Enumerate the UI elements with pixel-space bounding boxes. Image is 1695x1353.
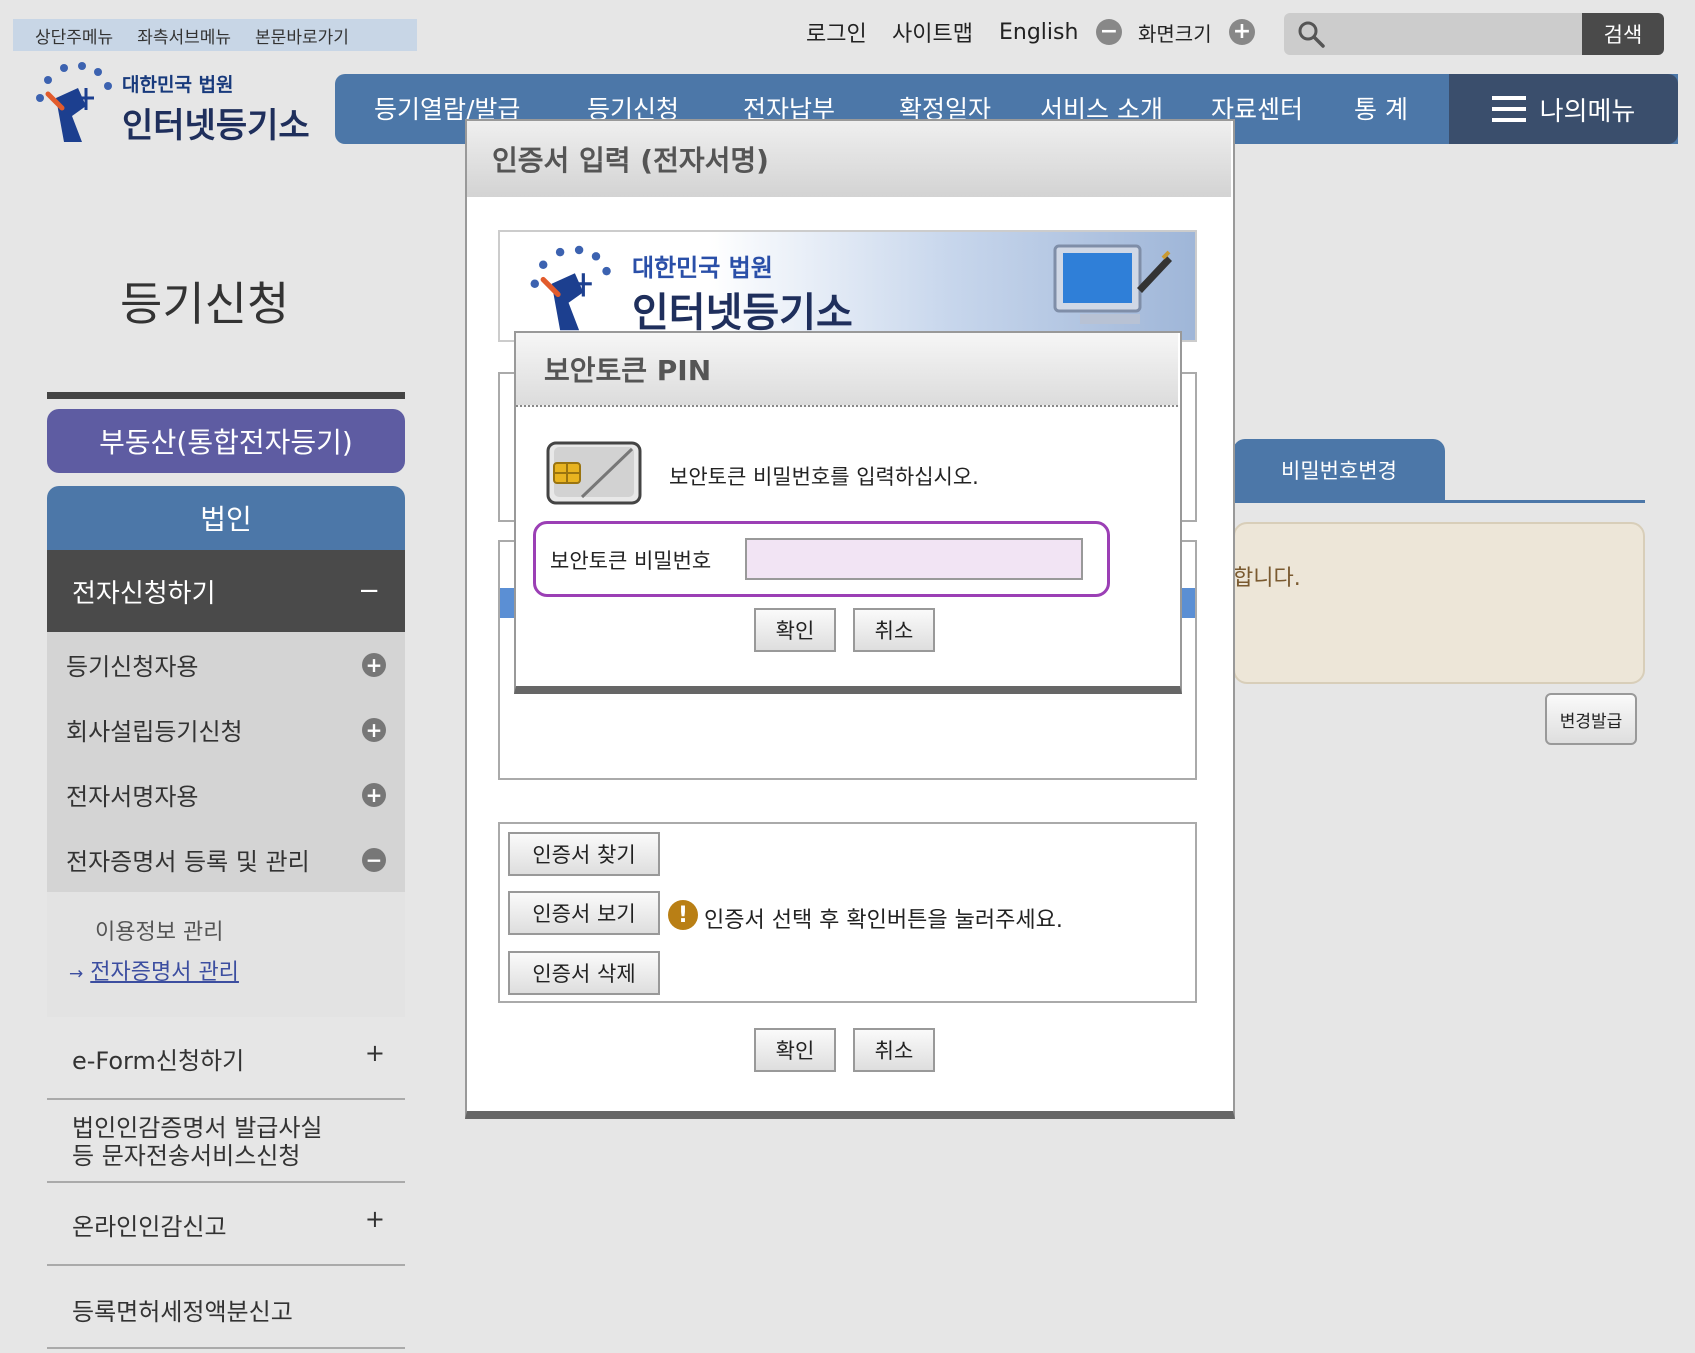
banner-line1: 대한민국 법원 bbox=[632, 254, 773, 282]
sidebar-section-e-apply[interactable]: 전자신청하기 − bbox=[47, 550, 405, 632]
computer-monitor-icon bbox=[1053, 244, 1172, 324]
login-link[interactable]: 로그인 bbox=[806, 16, 867, 48]
sidebar-divider bbox=[47, 392, 405, 399]
sidebar-menu-label: e-Form신청하기 bbox=[72, 1047, 245, 1075]
sidebar-sub-item-usage-info[interactable]: 이용정보 관리 bbox=[95, 914, 223, 946]
sidebar-corp-button[interactable]: 법인 bbox=[47, 486, 405, 550]
sidebar-item-label: 전자서명자용 bbox=[66, 783, 199, 811]
logo-line1: 대한민국 법원 bbox=[122, 74, 234, 96]
tab-underline bbox=[1233, 500, 1645, 503]
sidebar-item-label: 전자증명서 등록 및 관리 bbox=[66, 848, 310, 876]
sidebar-section-label: 전자신청하기 bbox=[72, 578, 216, 609]
banner-line2: 인터넷등기소 bbox=[632, 290, 853, 336]
sidebar-menu-label: 온라인인감신고 bbox=[72, 1213, 227, 1241]
sidebar-menu-eform[interactable]: e-Form신청하기 + bbox=[47, 1017, 405, 1100]
sidebar-sub-item-active: → 전자증명서 관리 bbox=[69, 954, 239, 986]
sidebar-item-label: 회사설립등기신청 bbox=[66, 718, 243, 746]
english-link[interactable]: English bbox=[999, 16, 1078, 48]
expand-icon: + bbox=[364, 1039, 385, 1067]
collapse-icon: − bbox=[358, 576, 380, 606]
expand-icon: + bbox=[362, 782, 386, 807]
arrow-right-icon: → bbox=[69, 964, 84, 984]
warning-icon: ! bbox=[668, 900, 698, 930]
pin-ok-button[interactable]: 확인 bbox=[754, 608, 836, 652]
my-menu-label: 나의메뉴 bbox=[1539, 96, 1636, 127]
skip-link-main-menu[interactable]: 상단주메뉴 bbox=[35, 23, 113, 48]
minus-circle-icon: − bbox=[1096, 19, 1122, 45]
sidebar-item-company-setup[interactable]: 회사설립등기신청 + bbox=[47, 697, 405, 762]
zoom-out-button[interactable]: − bbox=[1096, 16, 1122, 48]
sidebar-menu-online-seal[interactable]: 온라인인감신고 + bbox=[47, 1183, 405, 1266]
pin-field-label: 보안토큰 비밀번호 bbox=[550, 549, 712, 573]
sidebar-realestate-button[interactable]: 부동산(통합전자등기) bbox=[47, 409, 405, 473]
expand-icon: + bbox=[362, 717, 386, 742]
sitemap-link[interactable]: 사이트맵 bbox=[892, 16, 973, 48]
cert-cancel-button[interactable]: 취소 bbox=[853, 1028, 935, 1072]
smart-card-icon bbox=[546, 441, 642, 505]
cert-dialog-banner: 대한민국 법원 인터넷등기소 bbox=[498, 230, 1197, 342]
pin-cancel-button[interactable]: 취소 bbox=[853, 608, 935, 652]
my-menu-button[interactable]: 나의메뉴 bbox=[1449, 74, 1678, 144]
skip-link-side-menu[interactable]: 좌측서브메뉴 bbox=[137, 23, 231, 48]
notice-text: 합니다. bbox=[1233, 566, 1301, 591]
expand-icon: + bbox=[364, 1205, 385, 1233]
sidebar-item-e-cert-manage[interactable]: 전자증명서 등록 및 관리 − bbox=[47, 827, 405, 892]
pin-message: 보안토큰 비밀번호를 입력하십시오. bbox=[669, 465, 979, 489]
court-emblem-icon bbox=[36, 62, 112, 142]
cert-delete-button[interactable]: 인증서 삭제 bbox=[508, 951, 660, 995]
plus-circle-icon: + bbox=[1229, 19, 1255, 45]
court-emblem-icon bbox=[530, 245, 611, 331]
notice-box: 합니다. bbox=[1233, 522, 1645, 684]
skip-link-content[interactable]: 본문바로가기 bbox=[255, 23, 349, 48]
cert-view-button[interactable]: 인증서 보기 bbox=[508, 891, 660, 935]
collapse-icon: − bbox=[362, 847, 386, 872]
cert-ok-button[interactable]: 확인 bbox=[754, 1028, 836, 1072]
logo-line2: 인터넷등기소 bbox=[122, 106, 310, 146]
pin-password-input[interactable] bbox=[745, 538, 1083, 580]
hamburger-icon bbox=[1491, 96, 1526, 122]
zoom-in-button[interactable]: + bbox=[1229, 16, 1255, 48]
sidebar-item-label: 등기신청자용 bbox=[66, 653, 199, 681]
sidebar-title: 등기신청 bbox=[120, 277, 290, 331]
expand-icon: + bbox=[362, 652, 386, 677]
sidebar-menu-sms-service[interactable]: 법인인감증명서 발급사실 등 문자전송서비스신청 bbox=[47, 1100, 405, 1183]
sidebar-sub-item-e-cert[interactable]: 전자증명서 관리 bbox=[90, 960, 239, 985]
cert-notice-text: 인증서 선택 후 확인버튼을 눌러주세요. bbox=[704, 908, 1063, 933]
nav-item-statistics[interactable]: 통 계 bbox=[1354, 90, 1408, 126]
change-issue-button[interactable]: 변경발급 bbox=[1545, 693, 1637, 745]
tab-password-change[interactable]: 비밀번호변경 bbox=[1233, 439, 1445, 501]
sidebar-menu-license-tax[interactable]: 등록면허세정액분신고 bbox=[47, 1266, 405, 1349]
cert-dialog-title: 인증서 입력 (전자서명) bbox=[467, 121, 1231, 197]
search-input[interactable] bbox=[1284, 13, 1582, 55]
sidebar-sub-list: 이용정보 관리 → 전자증명서 관리 bbox=[47, 892, 405, 1017]
screen-size-label: 화면크기 bbox=[1138, 21, 1212, 46]
site-logo[interactable]: 대한민국 법원 인터넷등기소 bbox=[26, 58, 316, 146]
search-button[interactable]: 검색 bbox=[1582, 13, 1664, 55]
skip-links: 상단주메뉴 좌측서브메뉴 본문바로가기 bbox=[13, 19, 417, 51]
sidebar-item-applicant[interactable]: 등기신청자용 + bbox=[47, 632, 405, 697]
pin-dialog-title: 보안토큰 PIN bbox=[516, 333, 1178, 407]
sidebar-item-signer[interactable]: 전자서명자용 + bbox=[47, 762, 405, 827]
search-icon bbox=[1298, 21, 1325, 48]
cert-find-button[interactable]: 인증서 찾기 bbox=[508, 832, 660, 876]
